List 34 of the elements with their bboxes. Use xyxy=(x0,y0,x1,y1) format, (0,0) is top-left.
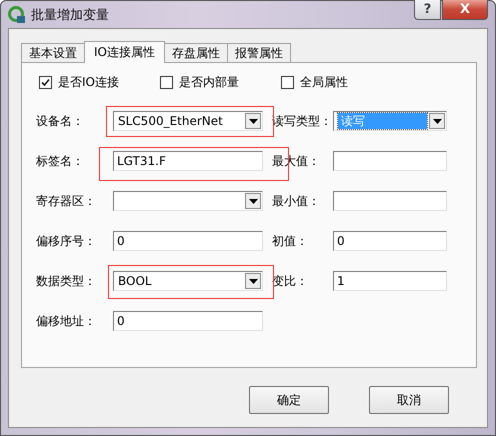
field-label: 数据类型： xyxy=(36,272,97,290)
field-label: 偏移序号： xyxy=(36,232,97,250)
input-field[interactable]: 1 xyxy=(333,271,447,291)
input-field[interactable]: 0 xyxy=(333,231,447,251)
close-button[interactable]: X xyxy=(442,0,488,20)
checkbox[interactable] xyxy=(281,76,294,88)
tab[interactable]: IO连接属性 xyxy=(84,41,165,63)
dropdown[interactable]: SLC500_EtherNet xyxy=(113,111,263,131)
checkbox-label: 是否内部量 xyxy=(179,74,239,90)
ok-button[interactable]: 确定 xyxy=(249,386,329,414)
field-label: 最小值： xyxy=(272,192,321,210)
input-field[interactable] xyxy=(333,151,447,171)
input-field[interactable]: LGT31.F xyxy=(113,151,263,171)
tab[interactable]: 报警属性 xyxy=(226,43,291,62)
input-field[interactable]: 0 xyxy=(113,231,263,251)
field-label: 设备名： xyxy=(36,112,85,130)
checkbox[interactable] xyxy=(160,76,173,88)
field-label: 标签名： xyxy=(36,152,85,170)
field-label: 初值： xyxy=(272,232,309,250)
field-label: 偏移地址： xyxy=(36,312,97,330)
dropdown[interactable]: BOOL xyxy=(113,271,263,291)
input-field[interactable] xyxy=(333,191,447,211)
input-field[interactable]: 0 xyxy=(113,311,263,331)
checkbox-label: 是否IO连接 xyxy=(58,74,119,90)
field-label: 寄存器区： xyxy=(36,192,97,210)
dropdown[interactable] xyxy=(113,191,263,211)
tab[interactable]: 存盘属性 xyxy=(164,43,228,62)
window-title: 批量增加变量 xyxy=(31,6,109,24)
help-button[interactable]: ? xyxy=(414,0,441,20)
tab[interactable]: 基本设置 xyxy=(21,43,85,62)
checkbox[interactable] xyxy=(39,76,52,88)
checkbox-label: 全局属性 xyxy=(300,74,348,90)
app-icon xyxy=(8,6,25,23)
cancel-button[interactable]: 取消 xyxy=(369,386,449,414)
